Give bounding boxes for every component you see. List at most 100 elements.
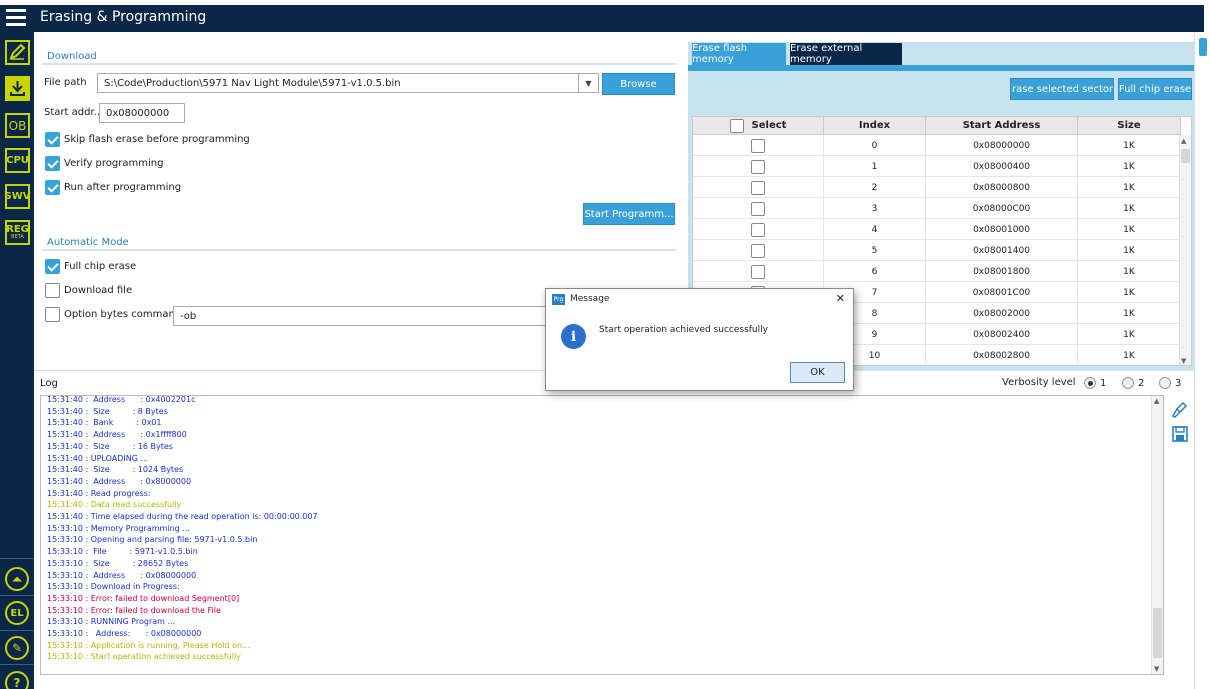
column-header-index[interactable]: Index [824,117,926,135]
reg-icon[interactable]: REG BETA [5,220,30,245]
size-cell: 1K [1078,198,1181,219]
ok-button[interactable]: OK [790,362,845,383]
start-address-label: Start addr... [44,107,104,118]
tab-erase-external-memory[interactable]: Erase external memory [790,43,902,65]
radio-2-icon[interactable] [1122,377,1134,389]
verbosity-3-label: 3 [1175,377,1182,389]
cpu-icon[interactable]: CPU [5,148,30,173]
scroll-thumb[interactable] [1153,608,1162,658]
radio-3-icon[interactable] [1159,377,1171,389]
column-header-select-label: Select [751,120,787,131]
option-bytes-icon[interactable]: OB [5,113,30,138]
beta-icon[interactable]: ⏶ [5,567,29,591]
clear-log-icon[interactable] [1171,401,1189,419]
log-output[interactable]: 15:31:40 : Address : 0x4002201c 15:31:40 … [40,395,1164,675]
sector-checkbox[interactable] [751,222,765,237]
size-cell: 1K [1078,345,1181,365]
table-row[interactable]: 1 0x08000400 1K [693,156,1181,177]
section-divider [42,249,676,251]
scroll-down-icon[interactable]: ▼ [1154,665,1159,673]
start-address-cell: 0x08000000 [926,135,1078,156]
table-row[interactable]: 6 0x08001800 1K [693,261,1181,282]
info-icon: i [561,324,586,349]
edit-icon[interactable] [5,40,30,65]
verbosity-radio-2[interactable]: 2 [1122,377,1144,389]
start-address-cell: 0x08002400 [926,324,1078,345]
table-row[interactable]: 5 0x08001400 1K [693,240,1181,261]
erase-icon[interactable]: ✎ [5,636,29,660]
column-header-start-address[interactable]: Start Address [926,117,1078,135]
start-programming-button[interactable]: Start Programm... [583,203,675,225]
sector-checkbox[interactable] [751,201,765,216]
scroll-up-icon[interactable]: ▲ [1181,137,1186,145]
option-bytes-input[interactable]: -ob [173,306,553,326]
index-cell: 1 [824,156,926,177]
index-cell: 4 [824,219,926,240]
download-file-checkbox[interactable] [45,283,60,298]
file-path-combo[interactable]: S:\Code\Production\5971 Nav Light Module… [97,73,599,93]
select-cell [693,156,824,177]
size-cell: 1K [1078,156,1181,177]
browse-button[interactable]: Browse [602,73,675,95]
verbosity-radio-3[interactable]: 3 [1159,377,1181,389]
sector-checkbox[interactable] [751,138,765,153]
log-line: 15:31:40 : Address : 0x8000000 [47,476,192,486]
option-bytes-checkbox[interactable] [45,307,60,322]
sector-checkbox[interactable] [751,159,765,174]
start-address-input[interactable]: 0x08000000 [99,103,185,123]
title-bar: Erasing & Programming [0,0,1210,32]
run-after-checkbox[interactable] [45,180,60,195]
close-icon[interactable]: ✕ [836,292,845,305]
verbosity-1-label: 1 [1100,377,1107,389]
log-line: 15:31:40 : UPLOADING ... [47,453,149,463]
scroll-down-icon[interactable]: ▼ [1181,357,1186,365]
scroll-up-icon[interactable]: ▲ [1154,397,1159,405]
size-cell: 1K [1078,135,1181,156]
column-header-size[interactable]: Size [1078,117,1181,135]
save-log-icon[interactable] [1171,425,1189,443]
tab-erase-flash-memory[interactable]: Erase flash memory [692,43,786,65]
skip-erase-checkbox[interactable] [45,132,60,147]
log-line: 15:33:10 : Application is running, Pleas… [47,640,250,650]
log-line: 15:31:40 : Bank : 0x01 [47,418,162,428]
download-icon[interactable] [5,76,30,101]
swv-icon[interactable]: SWV [5,184,31,209]
size-cell: 1K [1078,303,1181,324]
sector-checkbox[interactable] [751,180,765,195]
select-cell [693,198,824,219]
table-row[interactable]: 3 0x08000C00 1K [693,198,1181,219]
log-line: 15:33:10 : Opening and parsing file: 597… [47,535,258,545]
log-line: 15:31:40 : Time elapsed during the read … [47,512,318,522]
dialog-title: Message [570,294,610,304]
auto-full-chip-erase-checkbox[interactable] [45,259,60,274]
start-address-cell: 0x08001400 [926,240,1078,261]
help-icon[interactable]: ? [5,671,29,689]
log-scrollbar[interactable]: ▲ ▼ [1151,396,1163,674]
skip-erase-label: Skip flash erase before programming [64,134,250,145]
full-chip-erase-button[interactable]: Full chip erase [1118,78,1192,100]
size-cell: 1K [1078,240,1181,261]
scroll-thumb[interactable] [1181,149,1190,163]
log-line: 15:33:10 : Error: failed to download the… [47,605,221,615]
verbosity-radio-1[interactable]: 1 [1084,377,1106,389]
el-icon[interactable]: EL [5,601,29,625]
select-cell [693,261,824,282]
verify-checkbox[interactable] [45,156,60,171]
radio-1-icon[interactable] [1084,377,1096,389]
start-address-cell: 0x08000800 [926,177,1078,198]
sector-checkbox[interactable] [751,264,765,279]
select-all-checkbox[interactable] [729,118,744,133]
hamburger-menu-icon[interactable] [6,9,26,27]
log-line: 15:33:10 : Address : 0x08000000 [47,570,197,580]
sector-checkbox[interactable] [751,243,765,258]
sidebar-separator [0,558,34,559]
chevron-down-icon[interactable]: ▼ [578,74,598,92]
table-row[interactable]: 4 0x08001000 1K [693,219,1181,240]
table-row[interactable]: 2 0x08000800 1K [693,177,1181,198]
side-panel-toggle[interactable] [1199,38,1207,56]
dialog-message: Start operation achieved successfully [599,325,768,335]
table-row[interactable]: 0 0x08000000 1K [693,135,1181,156]
erase-selected-sectors-button[interactable]: Erase selected sectors [1010,78,1114,100]
start-address-cell: 0x08000400 [926,156,1078,177]
table-scrollbar[interactable]: ▲ ▼ [1179,135,1191,365]
